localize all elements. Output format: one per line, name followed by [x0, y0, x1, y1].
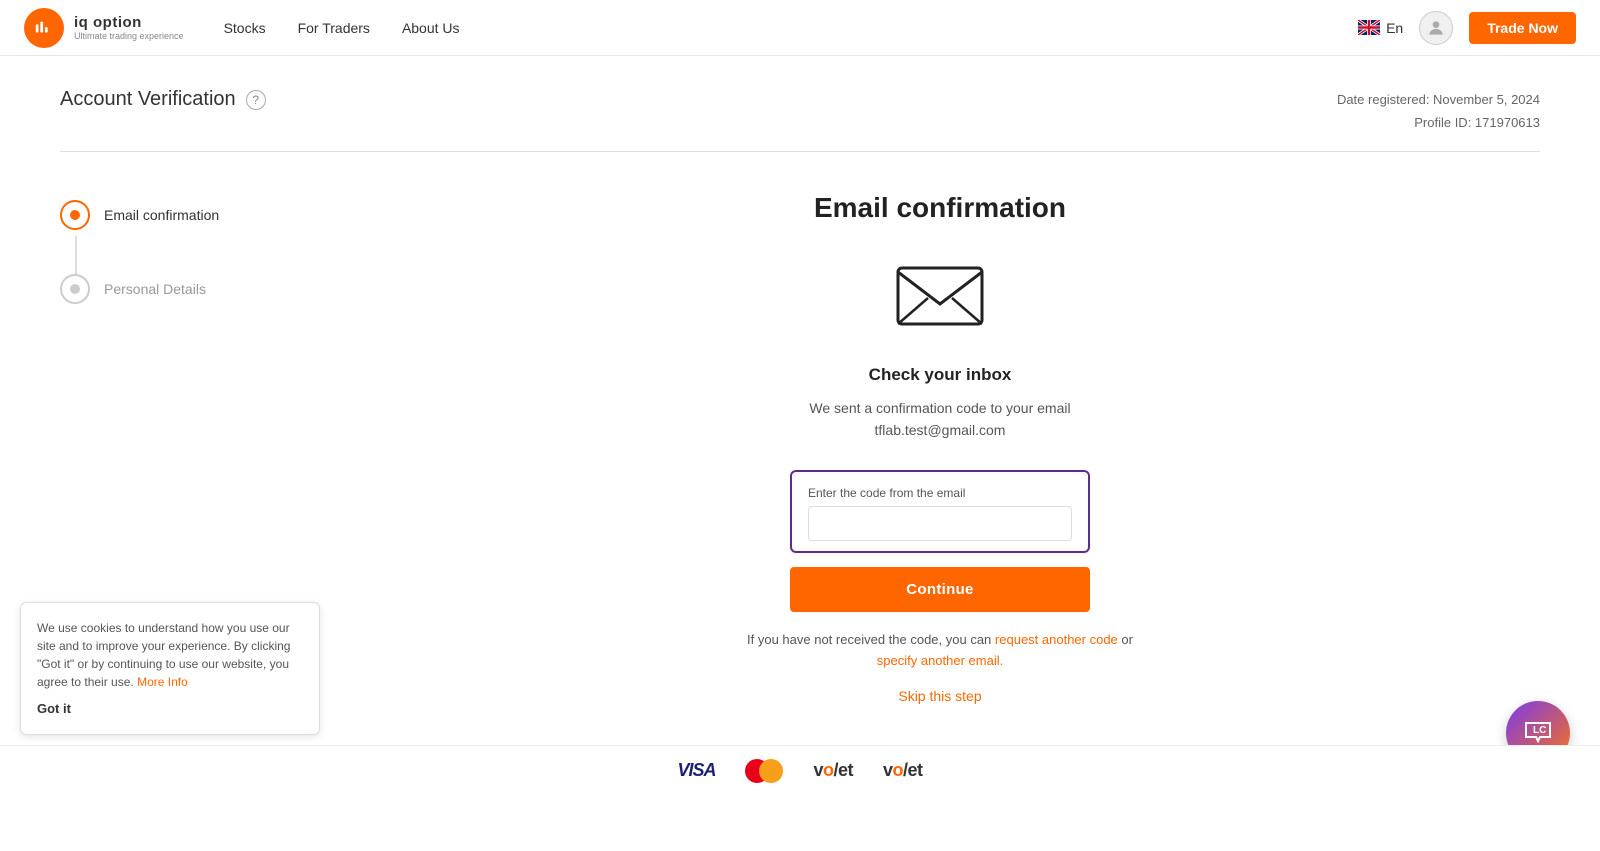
page-header: Account Verification ? Date registered: … — [60, 88, 1540, 152]
mc-circle-right — [759, 759, 783, 783]
step-personal-details: Personal Details — [60, 274, 260, 304]
inbox-title: Check your inbox — [869, 365, 1012, 385]
request-another-code-link[interactable]: request another code — [995, 632, 1118, 647]
code-label: Enter the code from the email — [808, 486, 1072, 500]
logo-icon — [24, 8, 64, 48]
nav-right: En Trade Now — [1358, 11, 1576, 45]
footer-logos: VISA vo/et vo/et — [0, 745, 1600, 795]
cookie-got-it-button[interactable]: Got it — [37, 699, 303, 719]
volet-logo-1: vo/et — [813, 760, 853, 781]
logo-text: iq option Ultimate trading experience — [74, 14, 184, 41]
date-registered: Date registered: November 5, 2024 — [1337, 88, 1540, 111]
panel-title: Email confirmation — [814, 192, 1066, 224]
cookie-more-info-link[interactable]: More Info — [137, 675, 188, 689]
page-title: Account Verification — [60, 88, 236, 111]
help-icon[interactable]: ? — [246, 90, 266, 110]
brand-name: iq option — [74, 14, 184, 31]
lang-label: En — [1386, 20, 1403, 36]
nav-about-us[interactable]: About Us — [402, 20, 460, 36]
volet-logo-2: vo/et — [883, 760, 923, 781]
specify-another-email-link[interactable]: specify another email. — [877, 653, 1003, 668]
nav-for-traders[interactable]: For Traders — [298, 20, 370, 36]
language-selector[interactable]: En — [1358, 20, 1403, 36]
step-label-personal: Personal Details — [104, 281, 206, 297]
navbar: iq option Ultimate trading experience St… — [0, 0, 1600, 56]
inbox-desc-line1: We sent a confirmation code to your emai… — [809, 400, 1070, 416]
profile-info: Date registered: November 5, 2024 Profil… — [1337, 88, 1540, 135]
or-text: or — [1121, 632, 1133, 647]
brand-sub: Ultimate trading experience — [74, 31, 184, 41]
resend-text: If you have not received the code, you c… — [747, 632, 991, 647]
nav-stocks[interactable]: Stocks — [224, 20, 266, 36]
step-circle-personal — [60, 274, 90, 304]
visa-logo: VISA — [677, 760, 715, 781]
profile-id: Profile ID: 171970613 — [1337, 111, 1540, 134]
logo[interactable]: iq option Ultimate trading experience — [24, 8, 184, 48]
step-email-confirmation: Email confirmation — [60, 200, 260, 230]
resend-area: If you have not received the code, you c… — [747, 632, 1133, 647]
code-input[interactable] — [808, 506, 1072, 541]
svg-text:LC: LC — [1533, 725, 1546, 736]
continue-button[interactable]: Continue — [790, 567, 1090, 612]
trade-now-button[interactable]: Trade Now — [1469, 12, 1576, 44]
main-panel: Email confirmation Check your inbox We s… — [340, 192, 1540, 704]
nav-links: Stocks For Traders About Us — [224, 20, 1359, 36]
email-icon-container — [895, 260, 985, 337]
inbox-desc: We sent a confirmation code to your emai… — [809, 397, 1070, 442]
inbox-email: tflab.test@gmail.com — [875, 422, 1006, 438]
skip-step-link[interactable]: Skip this step — [898, 688, 981, 704]
mastercard-logo — [745, 759, 783, 783]
email-envelope-icon — [895, 260, 985, 332]
page-title-area: Account Verification ? — [60, 88, 266, 111]
user-avatar[interactable] — [1419, 11, 1453, 45]
code-input-container: Enter the code from the email — [790, 470, 1090, 553]
step-circle-email — [60, 200, 90, 230]
step-label-email: Email confirmation — [104, 207, 219, 223]
cookie-banner: We use cookies to understand how you use… — [20, 602, 320, 736]
flag-icon — [1358, 20, 1380, 35]
